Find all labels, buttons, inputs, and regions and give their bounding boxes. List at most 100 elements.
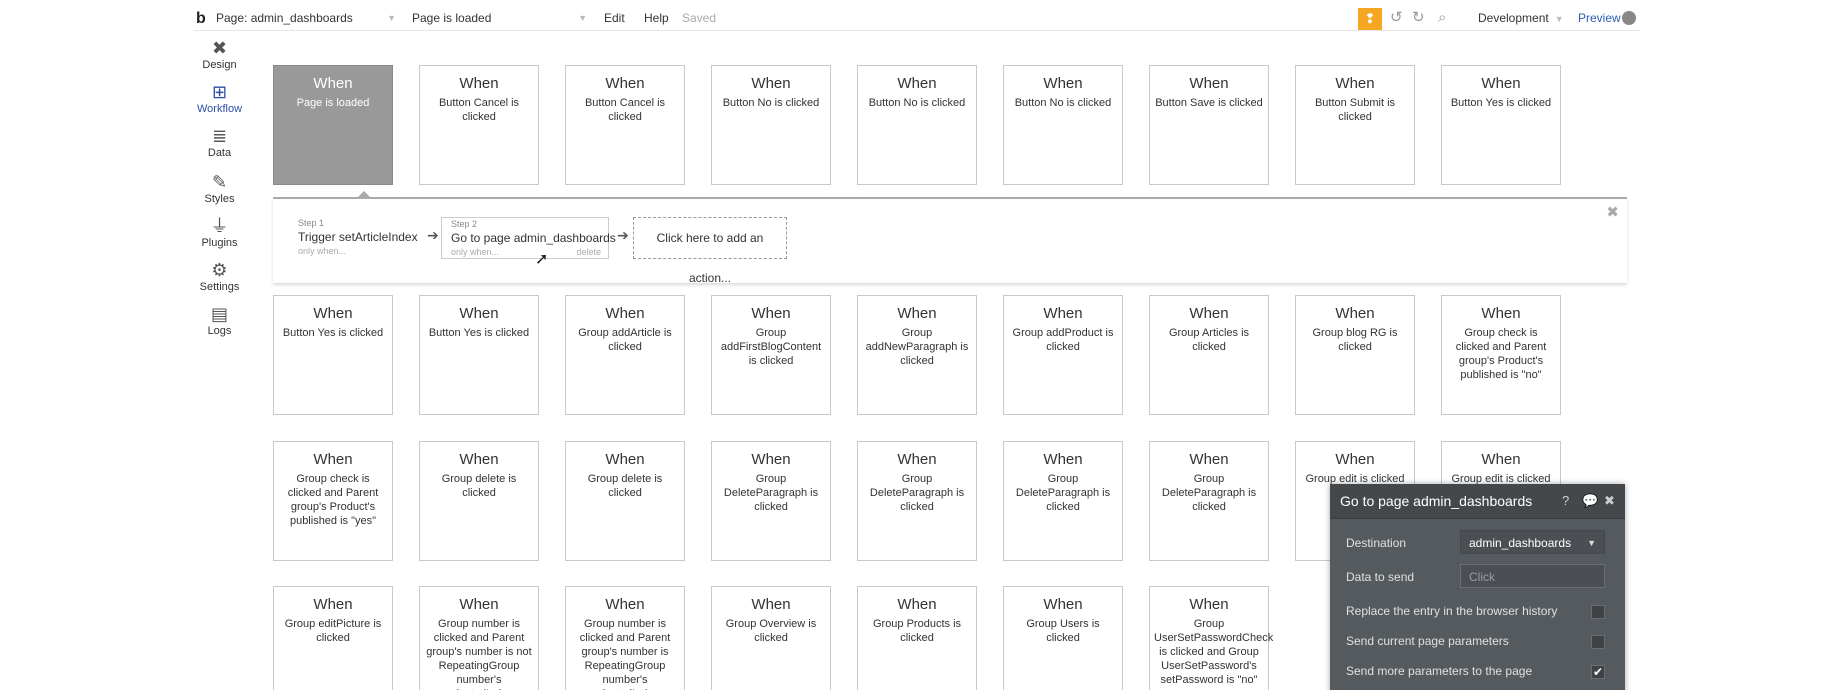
event-description: Group DeleteParagraph is clicked bbox=[869, 473, 965, 513]
search-icon[interactable]: ⌕ bbox=[1438, 9, 1446, 27]
data-to-send-field[interactable]: Click bbox=[1460, 564, 1605, 588]
event-description: Page is loaded bbox=[296, 97, 370, 109]
event-when-label: When bbox=[897, 75, 937, 92]
top-bar: b Page: admin_dashboards ▼ Page is loade… bbox=[194, 8, 1640, 31]
event-description: Button No is clicked bbox=[1014, 97, 1112, 109]
event-card[interactable]: When Group number is clicked and Parent g… bbox=[419, 586, 539, 690]
event-description: Group addFirstBlogContent is clicked bbox=[720, 327, 822, 367]
event-description: Button Cancel is clicked bbox=[438, 97, 520, 123]
redo-icon[interactable]: ↻ bbox=[1412, 9, 1425, 27]
state-selector[interactable]: Page is loaded ▼ bbox=[412, 9, 587, 27]
event-description: Group Users is clicked bbox=[1026, 618, 1100, 644]
sidebar-item-label: Settings bbox=[199, 281, 240, 293]
event-card[interactable]: When Group Overview is clicked bbox=[711, 586, 831, 690]
page-selector[interactable]: Page: admin_dashboards ▼ bbox=[216, 9, 396, 27]
close-icon[interactable]: ✖ bbox=[1604, 493, 1615, 509]
step-1[interactable]: Step 1 Trigger setArticleIndex only when… bbox=[289, 217, 418, 259]
event-when-label: When bbox=[1189, 305, 1229, 322]
event-when-label: When bbox=[897, 305, 937, 322]
event-description: Group addNewParagraph is clicked bbox=[865, 327, 969, 367]
event-card[interactable]: When Group blog RG is clicked bbox=[1295, 295, 1415, 415]
menu-edit[interactable]: Edit bbox=[604, 9, 625, 27]
event-card[interactable]: When Button Yes is clicked bbox=[273, 295, 393, 415]
gift-warning-icon[interactable]: ❢ bbox=[1358, 8, 1382, 30]
sidebar-item-workflow[interactable]: ⊞ Workflow bbox=[194, 81, 245, 115]
undo-icon[interactable]: ↺ bbox=[1390, 9, 1403, 27]
event-card[interactable]: When Group addFirstBlogContent is clicked bbox=[711, 295, 831, 415]
event-when-label: When bbox=[459, 75, 499, 92]
event-card[interactable]: When Group UserSetPasswordCheck is clicke… bbox=[1149, 586, 1274, 690]
close-icon[interactable]: ✖ bbox=[1606, 203, 1619, 221]
data-to-send-label: Data to send bbox=[1346, 570, 1415, 584]
event-card[interactable]: When Group DeleteParagraph is clicked bbox=[711, 441, 831, 561]
sidebar: ✖ Design ⊞ Workflow ≣ Data ✎ Styles ⏚ Pl… bbox=[194, 31, 254, 690]
step-only-when[interactable]: only when... bbox=[298, 246, 346, 256]
event-card[interactable]: When Group addNewParagraph is clicked bbox=[857, 295, 977, 415]
sidebar-item-settings[interactable]: ⚙ Settings bbox=[194, 259, 245, 293]
event-card[interactable]: When Group addProduct is clicked bbox=[1003, 295, 1123, 415]
sidebar-item-data[interactable]: ≣ Data bbox=[194, 125, 245, 159]
page-selector-label: Page: admin_dashboards bbox=[216, 11, 353, 25]
event-description: Group Overview is clicked bbox=[725, 618, 817, 644]
destination-label: Destination bbox=[1346, 536, 1407, 550]
send-more-params-checkbox[interactable]: ✔ bbox=[1591, 665, 1605, 679]
destination-dropdown[interactable]: admin_dashboards ▼ bbox=[1460, 530, 1605, 554]
event-card[interactable]: When Group DeleteParagraph is clicked bbox=[857, 441, 977, 561]
event-description: Group DeleteParagraph is clicked bbox=[1161, 473, 1257, 513]
editor-app: b Page: admin_dashboards ▼ Page is loade… bbox=[194, 8, 1640, 690]
sidebar-item-plugins[interactable]: ⏚ Plugins bbox=[194, 215, 245, 249]
help-icon[interactable]: ? bbox=[1562, 493, 1569, 508]
event-card[interactable]: When Group Users is clicked bbox=[1003, 586, 1123, 690]
event-card[interactable]: When Button Yes is clicked bbox=[419, 295, 539, 415]
event-when-label: When bbox=[1335, 75, 1375, 92]
event-card[interactable]: When Group delete is clicked bbox=[565, 441, 685, 561]
event-card[interactable]: When Group Products is clicked bbox=[857, 586, 977, 690]
replace-history-checkbox[interactable] bbox=[1591, 605, 1605, 619]
event-description: Group UserSetPasswordCheck is clicked an… bbox=[1154, 618, 1274, 686]
menu-help[interactable]: Help bbox=[644, 9, 669, 27]
event-card[interactable]: When Group check is clicked and Parent gr… bbox=[1441, 295, 1561, 415]
chevron-down-icon: ▼ bbox=[1554, 14, 1564, 24]
send-current-params-checkbox[interactable] bbox=[1591, 635, 1605, 649]
event-card[interactable]: When Button Submit is clicked bbox=[1295, 65, 1415, 185]
event-when-label: When bbox=[1043, 451, 1083, 468]
event-card[interactable]: When Group addArticle is clicked bbox=[565, 295, 685, 415]
sidebar-item-design[interactable]: ✖ Design bbox=[194, 37, 245, 71]
event-card[interactable]: When Button Save is clicked bbox=[1149, 65, 1269, 185]
event-card[interactable]: When Group DeleteParagraph is clicked bbox=[1003, 441, 1123, 561]
environment-selector[interactable]: Development ▼ bbox=[1478, 9, 1564, 28]
event-card[interactable]: When Button Yes is clicked bbox=[1441, 65, 1561, 185]
event-card[interactable]: When Page is loaded bbox=[273, 65, 393, 185]
event-card[interactable]: When Button No is clicked bbox=[857, 65, 977, 185]
event-description: Group DeleteParagraph is clicked bbox=[723, 473, 819, 513]
event-when-label: When bbox=[897, 596, 937, 613]
event-card[interactable]: When Button Cancel is clicked bbox=[565, 65, 685, 185]
add-action-button[interactable]: Click here to add an action... bbox=[633, 217, 787, 285]
event-card[interactable]: When Button Cancel is clicked bbox=[419, 65, 539, 185]
event-card[interactable]: When Group check is clicked and Parent gr… bbox=[273, 441, 393, 561]
user-avatar-icon[interactable] bbox=[1622, 11, 1636, 25]
panel-header: Go to page admin_dashboards ? 💬 ✖ bbox=[1330, 484, 1625, 519]
sidebar-item-label: Workflow bbox=[196, 103, 243, 115]
event-card[interactable]: When Button No is clicked bbox=[711, 65, 831, 185]
comment-icon[interactable]: 💬 bbox=[1582, 493, 1598, 509]
event-card[interactable]: When Button No is clicked bbox=[1003, 65, 1123, 185]
preview-link[interactable]: Preview bbox=[1578, 9, 1621, 27]
event-card[interactable]: When Group Articles is clicked bbox=[1149, 295, 1269, 415]
sidebar-item-label: Styles bbox=[204, 193, 235, 205]
event-card[interactable]: When Group number is clicked and Parent g… bbox=[565, 586, 685, 690]
step-2[interactable]: Step 2 Go to page admin_dashboards only … bbox=[441, 217, 616, 259]
event-description: Group number is clicked and Parent group… bbox=[579, 618, 671, 690]
step-delete-link[interactable]: delete bbox=[576, 247, 601, 257]
event-description: Group Articles is clicked bbox=[1168, 327, 1250, 353]
sidebar-item-styles[interactable]: ✎ Styles bbox=[194, 171, 245, 205]
step-only-when[interactable]: only when... bbox=[451, 247, 499, 257]
event-card[interactable]: When Group delete is clicked bbox=[419, 441, 539, 561]
chevron-down-icon: ▼ bbox=[387, 13, 396, 23]
brush-icon: ✎ bbox=[211, 172, 228, 192]
event-card[interactable]: When Group DeleteParagraph is clicked bbox=[1149, 441, 1269, 561]
event-when-label: When bbox=[1481, 451, 1521, 468]
event-card[interactable]: When Group editPicture is clicked bbox=[273, 586, 393, 690]
event-when-label: When bbox=[1189, 451, 1229, 468]
sidebar-item-logs[interactable]: ▤ Logs bbox=[194, 303, 245, 337]
